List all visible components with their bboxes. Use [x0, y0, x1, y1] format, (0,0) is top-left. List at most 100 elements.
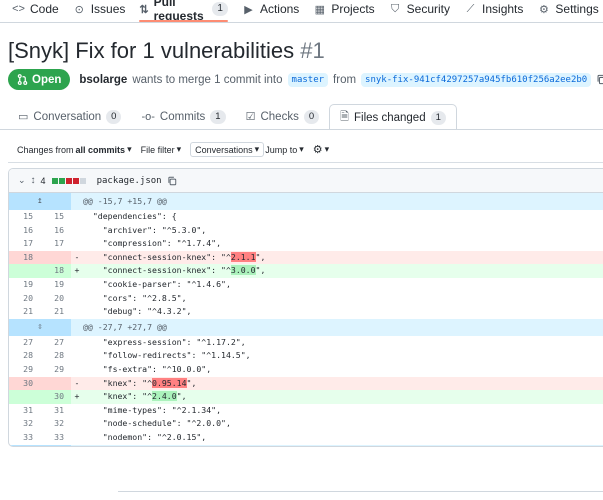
- new-line-number[interactable]: 29: [40, 363, 71, 377]
- from-text: from: [333, 73, 357, 86]
- changes-from-dropdown[interactable]: Changes from all commits ▾: [17, 144, 132, 155]
- count-badge: 1: [210, 109, 226, 124]
- code-line: "dependencies": {: [83, 211, 177, 221]
- new-line-number[interactable]: 33: [40, 431, 71, 445]
- context-line: 19 19 "cookie-parser": "^1.4.6",: [9, 278, 603, 292]
- code-line: "fs-extra": "^10.0.0",: [83, 363, 212, 374]
- count-badge: 1: [430, 110, 446, 125]
- code-line: "cookie-parser": "^1.4.6",: [83, 278, 231, 289]
- play-icon: ▶: [244, 3, 253, 16]
- issue-icon: ⊙: [74, 3, 84, 16]
- old-line-number[interactable]: [9, 264, 40, 278]
- new-line-number[interactable]: 32: [40, 417, 71, 431]
- repo-tab-security[interactable]: ⛉ Security: [389, 0, 450, 18]
- new-line-number[interactable]: [40, 250, 71, 265]
- diffstat-block: [72, 177, 79, 184]
- repo-tab-projects[interactable]: ▦ Projects: [313, 0, 375, 18]
- deleted-line: 30 - "knex": "^0.95.14",: [9, 376, 603, 391]
- old-line-number[interactable]: 16: [9, 224, 40, 238]
- hunk-header: ↥ @@ -15,7 +15,7 @@: [9, 193, 603, 210]
- change-count: 4: [40, 175, 46, 186]
- repo-tab-code[interactable]: <> Code: [12, 0, 59, 18]
- old-line-number[interactable]: 33: [9, 431, 40, 445]
- tab-files-changed[interactable]: 🗎 Files changed 1: [329, 104, 457, 130]
- unfold-icon[interactable]: ↕: [31, 175, 36, 186]
- file-filter-dropdown[interactable]: File filter ▾: [141, 144, 182, 155]
- repo-tab-issues[interactable]: ⊙ Issues: [73, 0, 126, 18]
- tab-commits[interactable]: -o- Commits 1: [131, 104, 235, 129]
- checklist-icon: ☑: [245, 111, 256, 123]
- diff-sign: [71, 224, 83, 238]
- new-line-number[interactable]: 18: [40, 264, 71, 278]
- diff-sign: [71, 363, 83, 377]
- repo-tab-settings[interactable]: ⚙ Settings: [537, 0, 599, 18]
- old-line-number[interactable]: [9, 390, 40, 404]
- count-badge: 1: [212, 2, 228, 16]
- old-line-number[interactable]: 31: [9, 404, 40, 418]
- old-line-number[interactable]: 15: [9, 210, 40, 224]
- jump-to-dropdown[interactable]: Jump to ▾: [265, 144, 304, 155]
- context-line: 29 29 "fs-extra": "^10.0.0",: [9, 363, 603, 377]
- new-line-number[interactable]: 21: [40, 305, 71, 319]
- old-line-number[interactable]: 29: [9, 363, 40, 377]
- code-prefix: "knex": "^: [83, 391, 153, 402]
- chevron-down-icon: ▾: [176, 144, 182, 154]
- base-branch[interactable]: master: [287, 72, 329, 87]
- comment-icon: ▭: [18, 111, 29, 123]
- expand-down-icon[interactable]: ↧: [9, 444, 71, 446]
- head-branch[interactable]: snyk-fix-941cf4297257a945fb610f256a2ee2b…: [361, 72, 592, 87]
- gear-icon: ⚙: [538, 3, 549, 16]
- repo-tab-pull-requests[interactable]: ⇅ Pull requests 1: [139, 0, 228, 23]
- status-badge: Open: [8, 69, 71, 90]
- repo-tab-insights[interactable]: ⟋ Insights: [464, 0, 524, 18]
- new-line-number[interactable]: 20: [40, 292, 71, 306]
- conversations-dropdown[interactable]: Conversations ▾: [190, 142, 265, 157]
- file-diff: ⌄ ↕ 4 package.json ↥ @@ -15,7 +15,7 @@ 15 1…: [8, 168, 603, 447]
- old-line-number[interactable]: 28: [9, 349, 40, 363]
- chevron-down-icon: ▾: [324, 144, 330, 154]
- copy-icon[interactable]: [167, 176, 177, 186]
- expand-icon[interactable]: ⇳: [9, 318, 71, 336]
- copy-icon[interactable]: [596, 74, 603, 85]
- new-line-number[interactable]: 28: [40, 349, 71, 363]
- new-line-number[interactable]: 16: [40, 224, 71, 238]
- old-line-number[interactable]: 32: [9, 417, 40, 431]
- hunk-header-text: @@ -27,7 +27,7 @@: [83, 321, 167, 332]
- context-line: 32 32 "node-schedule": "^2.0.0",: [9, 417, 603, 431]
- new-line-number[interactable]: 17: [40, 237, 71, 251]
- new-line-number[interactable]: [40, 376, 71, 391]
- merge-text: wants to merge 1 commit into: [132, 73, 283, 86]
- count-badge: 0: [303, 109, 320, 124]
- settings-dropdown[interactable]: ⚙ ▾: [313, 143, 329, 156]
- old-line-number[interactable]: 20: [9, 292, 40, 306]
- tabs-divider: [0, 129, 603, 130]
- author-link[interactable]: bsolarge: [79, 74, 127, 86]
- old-line-number[interactable]: 17: [9, 237, 40, 251]
- diff-sign: [71, 431, 83, 445]
- tab-checks[interactable]: ☑ Checks 0: [236, 104, 330, 129]
- repo-tab-label: Actions: [259, 2, 300, 16]
- tab-conversation[interactable]: ▭ Conversation 0: [8, 104, 131, 129]
- chevron-down-icon[interactable]: ⌄: [18, 175, 26, 186]
- hunk-header-text: @@ -15,7 +15,7 @@: [83, 196, 167, 206]
- repo-tab-label: Code: [30, 2, 59, 16]
- graph-icon: ⟋: [466, 2, 475, 15]
- old-line-number[interactable]: 21: [9, 305, 40, 319]
- repo-tab-actions[interactable]: ▶ Actions: [242, 0, 299, 18]
- expand-icon[interactable]: ↥: [9, 193, 71, 210]
- new-line-number[interactable]: 30: [40, 390, 71, 404]
- diff-sign: +: [74, 265, 80, 276]
- new-line-number[interactable]: 15: [40, 210, 71, 224]
- new-line-number[interactable]: 19: [40, 278, 71, 292]
- file-name[interactable]: package.json: [97, 176, 162, 186]
- diffstat-block: [79, 177, 86, 184]
- old-line-number[interactable]: 27: [9, 336, 40, 350]
- old-line-number[interactable]: 18: [9, 250, 40, 265]
- old-line-number[interactable]: 30: [9, 376, 40, 391]
- new-line-number[interactable]: 31: [40, 404, 71, 418]
- code-suffix: ",: [255, 265, 266, 276]
- old-line-number[interactable]: 19: [9, 278, 40, 292]
- new-line-number[interactable]: 27: [40, 336, 71, 350]
- changed-text: 2.1.1: [230, 251, 256, 262]
- tab-label: Commits: [159, 110, 206, 123]
